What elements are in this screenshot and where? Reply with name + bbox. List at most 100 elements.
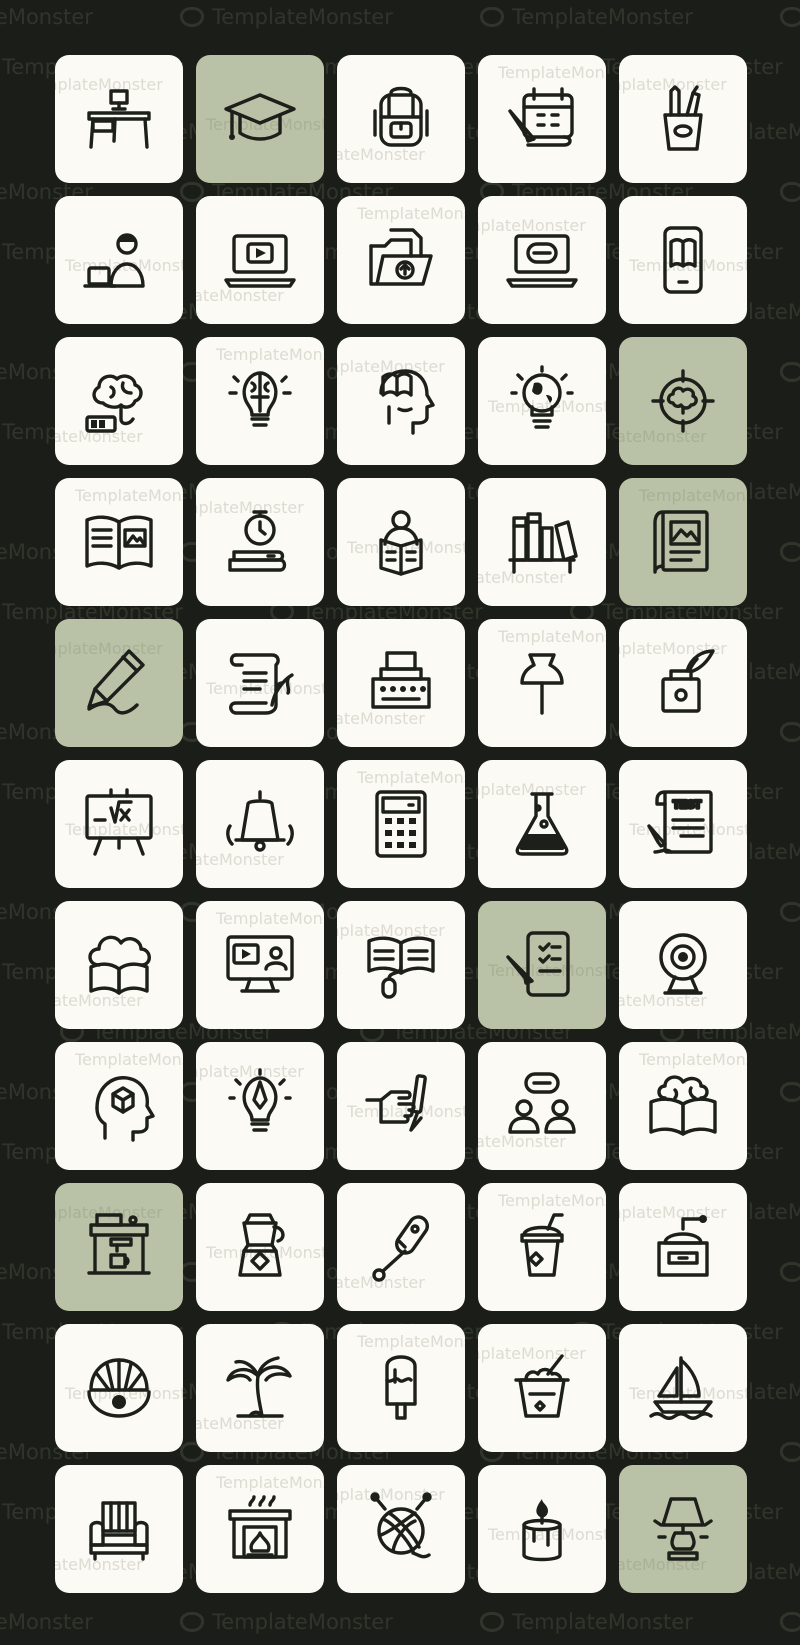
typewriter-icon	[363, 645, 439, 721]
icon-tile[interactable]: TemplateMonster	[619, 1324, 747, 1452]
icon-tile[interactable]: TemplateMonster	[55, 337, 183, 465]
icon-tile[interactable]: TemplateMonster	[619, 1465, 747, 1593]
tile-watermark: TemplateMonster	[357, 768, 465, 787]
watermark-text: TemplateMonster	[480, 5, 693, 29]
icon-tile[interactable]: TemplateMonster	[619, 55, 747, 183]
icon-tile[interactable]: TemplateMonster	[196, 55, 324, 183]
icon-tile[interactable]: TemplateMonster	[55, 760, 183, 888]
icon-tile[interactable]: TemplateMonster	[55, 1324, 183, 1452]
brain-battery-icon	[81, 363, 157, 439]
two-people-chat-icon	[504, 1068, 580, 1144]
icon-tile[interactable]: TemplateMonster	[478, 55, 606, 183]
icon-tile[interactable]: TemplateMonster	[337, 1465, 465, 1593]
icon-tile[interactable]: TemplateMonster	[619, 619, 747, 747]
icon-tile[interactable]: TemplateMonster	[55, 55, 183, 183]
icon-tile[interactable]: TemplateMonster	[55, 196, 183, 324]
icon-tile[interactable]: TemplateMonster	[55, 1183, 183, 1311]
iced-drink-icon	[504, 1209, 580, 1285]
icon-tile[interactable]: TemplateMonster	[337, 760, 465, 888]
test-paper-icon: TEST	[645, 786, 721, 862]
bulb-pen-icon	[222, 1068, 298, 1144]
icon-tile[interactable]: TemplateMonster	[619, 337, 747, 465]
icon-tile[interactable]: TemplateMonster	[478, 1183, 606, 1311]
icon-tile[interactable]: TemplateMonster	[337, 1183, 465, 1311]
calendar-pencil-icon	[504, 81, 580, 157]
icon-tile[interactable]: TemplateMonster	[478, 478, 606, 606]
tile-watermark: TemplateMonster	[357, 204, 465, 223]
icon-tile[interactable]: TemplateMonster	[337, 901, 465, 1029]
watermark-text: TemplateMonster	[780, 5, 800, 29]
cloud-book-icon	[81, 927, 157, 1003]
hand-pencil-icon	[363, 1068, 439, 1144]
icon-tile[interactable]: TemplateMonster	[196, 337, 324, 465]
icon-tile[interactable]: TemplateMonster	[337, 1042, 465, 1170]
icon-tile[interactable]: TemplateMonster	[619, 196, 747, 324]
icon-tile[interactable]: TemplateMonster	[619, 1042, 747, 1170]
brain-target-icon	[645, 363, 721, 439]
tile-watermark: TemplateMonster	[75, 486, 183, 505]
icon-tile[interactable]: TemplateMonster	[196, 1324, 324, 1452]
icon-tile[interactable]: TemplateMonster	[337, 1324, 465, 1452]
icon-tile[interactable]: TemplateMonster	[478, 901, 606, 1029]
icon-tile[interactable]: TemplateMonster	[337, 196, 465, 324]
icon-tile[interactable]: TemplateMonster	[196, 1465, 324, 1593]
tile-watermark: TemplateMonster	[498, 63, 606, 82]
icon-tile[interactable]: TemplateMonster	[196, 1042, 324, 1170]
watermark-text: TemplateMonster	[780, 360, 800, 384]
scroll-quill-icon	[222, 645, 298, 721]
icon-tile[interactable]: TemplateMonster	[196, 760, 324, 888]
tile-watermark: TemplateMonster	[216, 909, 324, 928]
icon-tile[interactable]: TemplateMonster	[478, 760, 606, 888]
person-laptop-icon	[81, 222, 157, 298]
icon-tile[interactable]: TemplateMonster	[337, 337, 465, 465]
watermark-text: TemplateMonster	[480, 1610, 693, 1634]
icon-tile[interactable]: TemplateMonster	[478, 1465, 606, 1593]
head-book-icon	[363, 363, 439, 439]
icon-tile[interactable]: TemplateMonster	[337, 619, 465, 747]
laptop-chat-icon	[504, 222, 580, 298]
icon-tile[interactable]: TemplateMonster	[55, 1042, 183, 1170]
icon-tile[interactable]: TemplateMonster	[196, 619, 324, 747]
pushpin-icon	[504, 645, 580, 721]
icon-tile[interactable]: TemplateMonster	[337, 478, 465, 606]
icon-tile[interactable]: TemplateMonster	[478, 1042, 606, 1170]
tile-watermark: TemplateMonster	[216, 1473, 324, 1492]
icon-tile[interactable]: TemplateMonster	[619, 478, 747, 606]
coffee-grinder-icon	[645, 1209, 721, 1285]
watermark-text: TemplateMonster	[180, 5, 393, 29]
tablet-checklist-icon	[504, 927, 580, 1003]
moka-pot-icon	[222, 1209, 298, 1285]
open-book-icon	[81, 504, 157, 580]
icon-tile[interactable]: TemplateMonster	[478, 619, 606, 747]
graduation-cap-icon	[222, 81, 298, 157]
icon-tile[interactable]: TemplateMonster	[337, 55, 465, 183]
icon-tile[interactable]: TemplateMonster	[196, 196, 324, 324]
tile-watermark: TemplateMonster	[498, 1191, 606, 1210]
icon-tile[interactable]: TemplateMonster	[619, 1183, 747, 1311]
school-bell-icon	[222, 786, 298, 862]
icon-tile[interactable]: TemplateMonster	[196, 901, 324, 1029]
icon-tile[interactable]: TemplateMonster	[55, 901, 183, 1029]
watermark-text: TemplateMonster	[780, 1080, 800, 1104]
pencil-cup-icon	[645, 81, 721, 157]
icon-tile[interactable]: TemplateMonster	[478, 1324, 606, 1452]
icon-tile[interactable]: TemplateMonster	[619, 901, 747, 1029]
icon-tile[interactable]: TemplateMonsterTEST	[619, 760, 747, 888]
ink-bottle-icon	[645, 645, 721, 721]
tile-watermark: TemplateMonster	[639, 1050, 747, 1069]
desk-icon	[81, 81, 157, 157]
icon-tile[interactable]: TemplateMonster	[478, 196, 606, 324]
ice-bucket-icon	[504, 1350, 580, 1426]
icon-grid: TemplateMonsterTemplateMonsterTemplateMo…	[55, 55, 747, 1593]
watermark-text: TemplateMonster	[0, 5, 93, 29]
monitor-video-call-icon	[222, 927, 298, 1003]
calculator-icon	[363, 786, 439, 862]
icon-tile[interactable]: TemplateMonster	[478, 337, 606, 465]
folder-upload-icon	[363, 222, 439, 298]
icon-tile[interactable]: TemplateMonster	[55, 1465, 183, 1593]
icon-tile[interactable]: TemplateMonster	[196, 1183, 324, 1311]
icon-tile[interactable]: TemplateMonster	[196, 478, 324, 606]
table-lamp-icon	[645, 1491, 721, 1567]
icon-tile[interactable]: TemplateMonster	[55, 478, 183, 606]
icon-tile[interactable]: TemplateMonster	[55, 619, 183, 747]
